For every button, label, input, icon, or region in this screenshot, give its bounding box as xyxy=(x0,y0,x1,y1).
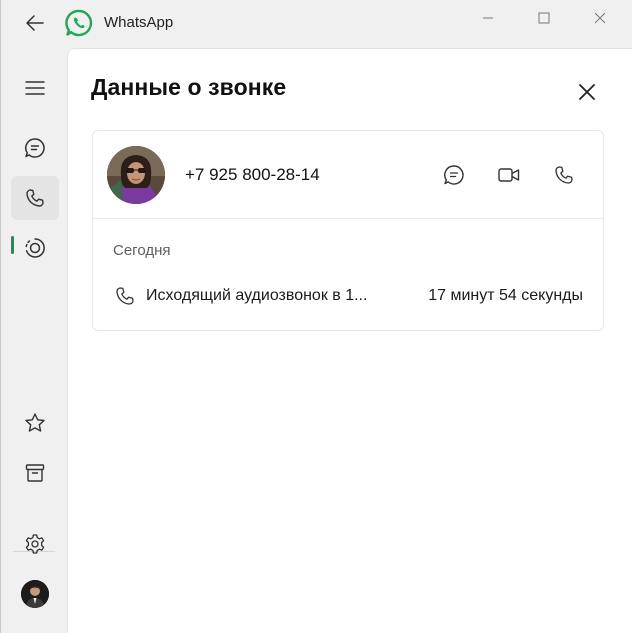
video-camera-icon xyxy=(498,168,520,182)
message-button[interactable] xyxy=(439,161,469,189)
profile-avatar[interactable] xyxy=(21,580,49,608)
chats-icon xyxy=(25,138,45,158)
call-history-row: Исходящий аудиозвонок в 1... 17 минут 54… xyxy=(113,285,593,309)
menu-icon xyxy=(25,81,45,95)
title-bar: WhatsApp xyxy=(1,0,632,46)
calls-button[interactable] xyxy=(11,176,59,220)
status-icon xyxy=(25,238,45,258)
window-close-button[interactable] xyxy=(577,6,623,30)
maximize-button[interactable] xyxy=(521,6,567,30)
contact-header: +7 925 800-28-14 xyxy=(93,131,603,219)
menu-button[interactable] xyxy=(11,66,59,110)
history-day-label: Сегодня xyxy=(113,242,171,259)
call-description: Исходящий аудиозвонок в 1... xyxy=(146,287,368,304)
whatsapp-logo-icon xyxy=(65,9,93,37)
archive-button[interactable] xyxy=(11,451,59,495)
minimize-icon xyxy=(483,17,493,19)
video-call-button[interactable] xyxy=(494,161,524,189)
phone-icon xyxy=(116,287,134,305)
call-duration: 17 минут 54 секунды xyxy=(428,287,583,304)
voice-call-button[interactable] xyxy=(549,161,579,189)
call-details-panel: Данные о звонке +7 925 800-28-14 Сегодня… xyxy=(67,48,632,633)
contact-avatar[interactable] xyxy=(107,146,165,204)
maximize-icon xyxy=(538,12,550,24)
minimize-button[interactable] xyxy=(465,6,511,30)
close-icon xyxy=(594,12,606,24)
starred-button[interactable] xyxy=(11,401,59,445)
gear-icon xyxy=(25,534,45,554)
call-details-card: +7 925 800-28-14 Сегодня Исходящий аудио… xyxy=(92,130,604,331)
status-button[interactable] xyxy=(11,226,59,270)
calls-icon xyxy=(26,189,44,207)
panel-close-button[interactable] xyxy=(572,77,602,107)
phone-icon xyxy=(555,166,573,184)
back-button[interactable] xyxy=(19,10,51,36)
settings-button[interactable] xyxy=(11,522,59,566)
close-icon xyxy=(579,84,595,100)
contact-phone: +7 925 800-28-14 xyxy=(185,165,320,184)
chats-button[interactable] xyxy=(11,126,59,170)
whatsapp-window: WhatsApp Данные о звонке +7 925 800-28-1… xyxy=(0,0,632,633)
window-title: WhatsApp xyxy=(104,14,174,31)
navigation-rail xyxy=(1,46,67,633)
message-icon xyxy=(444,165,464,185)
panel-title: Данные о звонке xyxy=(91,74,287,100)
archive-icon xyxy=(25,464,45,482)
star-icon xyxy=(25,413,45,432)
arrow-left-icon xyxy=(26,15,44,31)
